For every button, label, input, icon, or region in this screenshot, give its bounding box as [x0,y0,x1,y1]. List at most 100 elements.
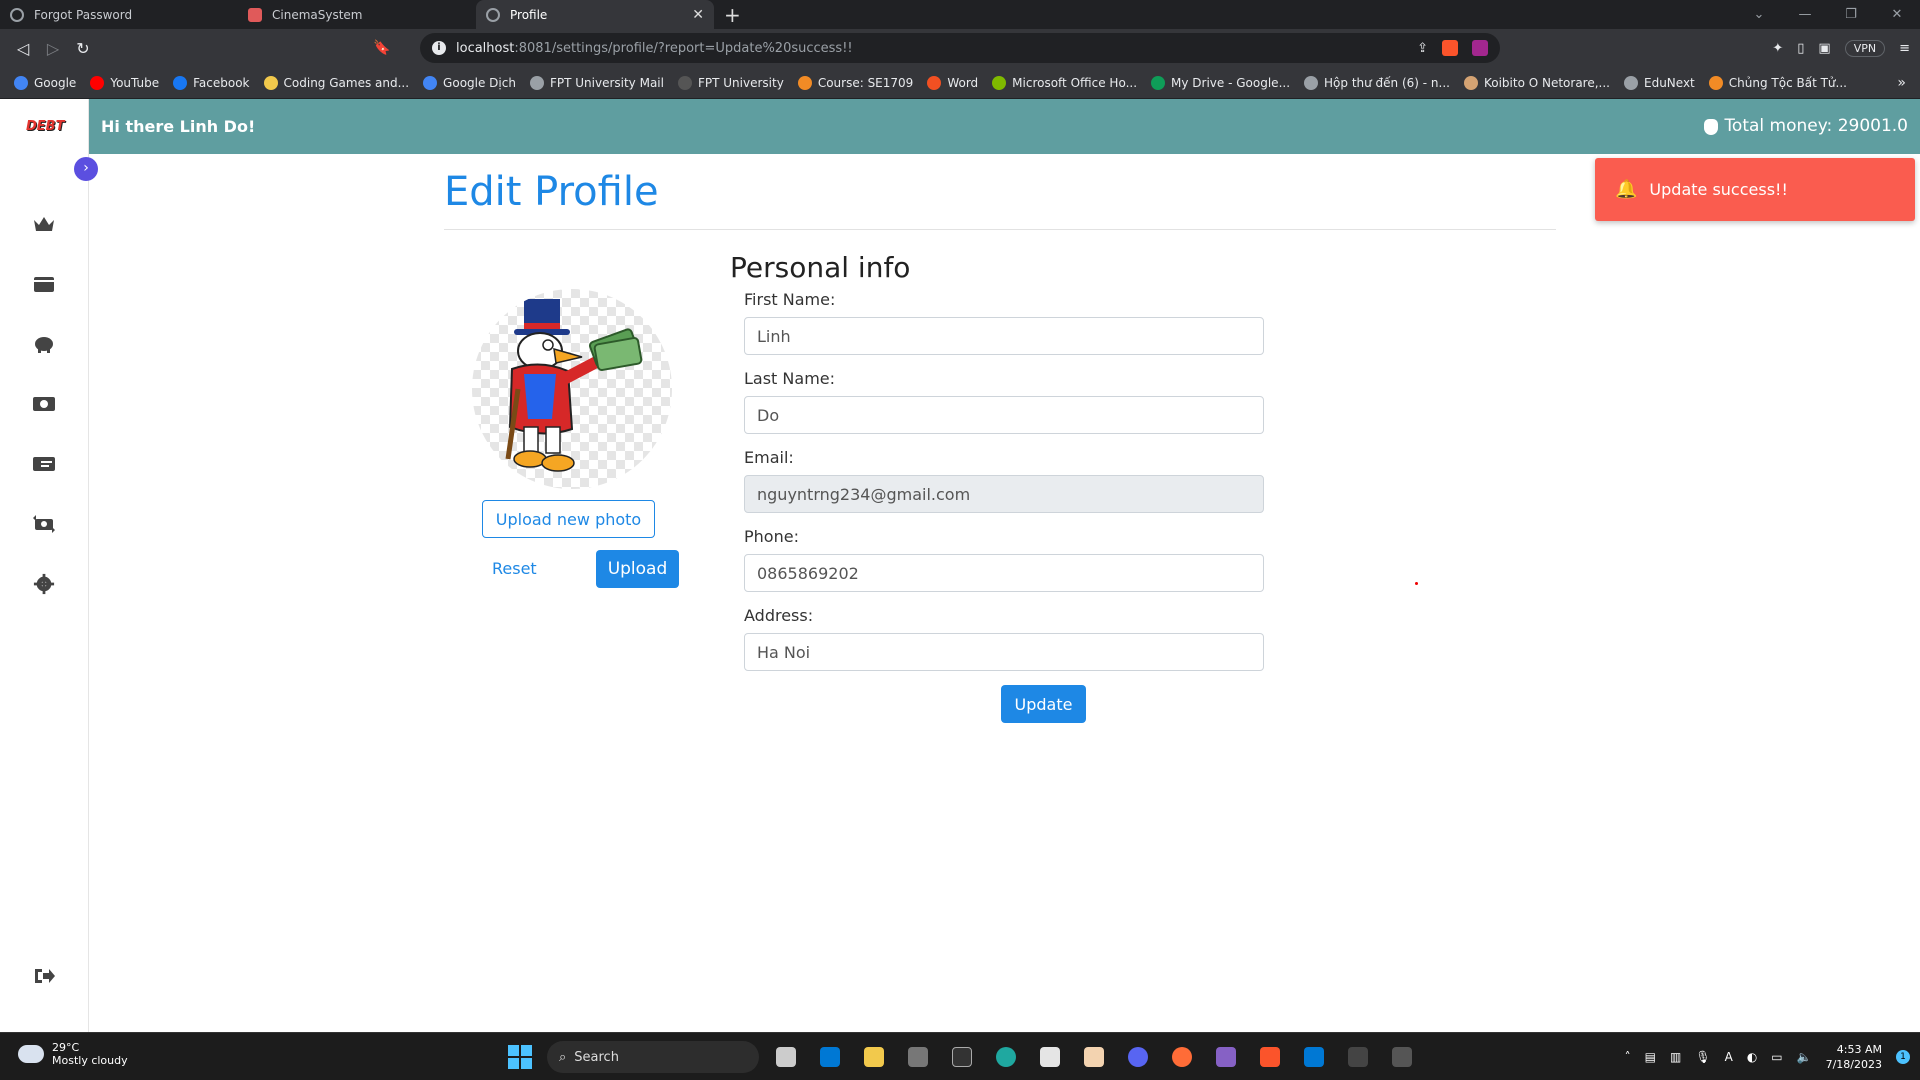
time: 4:53 AM [1836,1043,1882,1056]
bookmark-label: Google [34,75,77,90]
phone-input[interactable] [744,554,1264,592]
weather-widget[interactable]: 29°C Mostly cloudy [15,1039,128,1067]
close-tab-icon[interactable]: ✕ [692,7,704,23]
phone-field-group: Phone: [744,527,1290,592]
bookmark-item[interactable]: Microsoft Office Ho... [992,75,1137,90]
bookmark-icon[interactable]: 🔖 [373,40,390,56]
search-label: Search [574,1049,619,1065]
language-icon[interactable]: A [1725,1050,1733,1064]
bookmark-item[interactable]: Course: SE1709 [797,75,913,90]
forward-icon[interactable]: ▷ [38,39,68,58]
microphone-icon[interactable]: 🎙 [1695,1050,1710,1064]
network-icon[interactable]: ▭ [1771,1050,1782,1064]
site-info-icon[interactable]: i [432,41,446,55]
extensions-icon[interactable]: ✦ [1772,41,1783,56]
edge-icon[interactable] [989,1040,1023,1074]
share-icon[interactable]: ⇪ [1417,41,1428,56]
start-button[interactable] [503,1040,537,1074]
discord-icon[interactable] [1121,1040,1155,1074]
bookmark-item[interactable]: Coding Games and... [263,75,409,90]
audio-app-icon[interactable] [945,1040,979,1074]
visual-studio-icon[interactable] [1209,1040,1243,1074]
app-logo[interactable]: DEBT [26,119,64,134]
file-explorer-icon[interactable] [857,1040,891,1074]
bookmark-label: Koibito O Netorare,... [1483,75,1610,90]
first-name-input[interactable] [744,317,1264,355]
bookmark-item[interactable]: Google Dịch [423,75,516,90]
address-input[interactable] [744,633,1264,671]
unity-icon[interactable] [901,1040,935,1074]
exchange-icon[interactable] [30,513,58,535]
app-icon[interactable] [1033,1040,1067,1074]
bookmark-item[interactable]: Google [14,75,77,90]
taskbar-search[interactable]: ⌕ Search [547,1041,759,1073]
snipping-icon[interactable] [1385,1040,1419,1074]
money-check-icon[interactable] [30,453,58,475]
bookmark-item[interactable]: My Drive - Google... [1151,75,1290,90]
bookmark-item[interactable]: YouTube [90,75,159,90]
email-input[interactable] [744,475,1264,513]
tray-app-icon[interactable]: ▤ [1645,1050,1656,1064]
task-view-icon[interactable] [769,1040,803,1074]
piggy-bank-icon[interactable] [30,333,58,355]
upload-button[interactable]: Upload [596,550,679,588]
greeting: Hi there Linh Do! [101,117,256,136]
money-icon[interactable] [30,393,58,415]
tab-profile[interactable]: Profile ✕ [476,0,714,29]
tab-forgot-password[interactable]: Forgot Password [0,0,238,29]
bookmark-item[interactable]: FPT University Mail [529,75,664,90]
bookmark-item[interactable]: Koibito O Netorare,... [1463,75,1610,90]
bookmark-item[interactable]: EduNext [1624,75,1695,90]
email-field-group: Email: [744,448,1290,513]
notification-badge[interactable]: 1 [1896,1050,1910,1064]
reset-button[interactable]: Reset [492,550,537,588]
crown-icon[interactable] [30,213,58,235]
audio-levels-icon[interactable]: ▥ [1670,1050,1681,1064]
address-bar[interactable]: i localhost :8081/settings/profile/?repo… [420,33,1500,63]
more-bookmarks-icon[interactable]: » [1897,75,1906,91]
vpn-button[interactable]: VPN [1844,39,1886,57]
wallet-icon[interactable] [30,273,58,295]
new-tab-button[interactable]: + [724,0,741,29]
brave-browser-icon[interactable] [1253,1040,1287,1074]
vscode-icon[interactable] [1297,1040,1331,1074]
bookmark-item[interactable]: Chủng Tộc Bất Tử... [1708,75,1847,90]
brave-rewards-icon[interactable] [1472,40,1488,56]
window-controls: ⌄ — ❐ ✕ [1736,0,1920,29]
terminal-icon[interactable] [1341,1040,1375,1074]
chevron-up-icon[interactable]: ˄ [1625,1050,1631,1064]
postman-icon[interactable] [1165,1040,1199,1074]
tab-cinema-system[interactable]: CinemaSystem [238,0,476,29]
update-button[interactable]: Update [1001,685,1086,723]
game-icon[interactable] [1077,1040,1111,1074]
minimize-button[interactable]: — [1782,7,1828,22]
bookmark-favicon-icon [1151,75,1166,90]
volume-icon[interactable]: 🔈 [1797,1050,1812,1064]
focus-icon[interactable]: ◐ [1747,1050,1757,1064]
bookmark-item[interactable]: FPT University [677,75,784,90]
close-window-button[interactable]: ✕ [1874,7,1920,22]
restore-button[interactable]: ❐ [1828,7,1874,22]
wallet-icon[interactable]: ▣ [1818,41,1830,56]
logout-icon[interactable] [30,965,58,987]
clock[interactable]: 4:53 AM 7/18/2023 [1826,1042,1882,1072]
bookmark-favicon-icon [90,75,105,90]
tab-search-icon[interactable]: ⌄ [1736,7,1782,22]
bookmarks-bar: Google YouTube Facebook Coding Games and...… [0,67,1920,99]
gear-icon[interactable] [30,573,58,595]
brave-shields-icon[interactable] [1442,40,1458,56]
bookmark-item[interactable]: Facebook [173,75,250,90]
bookmark-item[interactable]: Hộp thư đến (6) - n... [1304,75,1450,90]
sidebar-toggle-button[interactable]: › [74,157,98,181]
bookmark-item[interactable]: Word [927,75,978,90]
store-icon[interactable] [813,1040,847,1074]
last-name-input[interactable] [744,396,1264,434]
bookmark-favicon-icon [1463,75,1478,90]
sidebar-icon[interactable]: ▯ [1797,41,1804,56]
bookmark-favicon-icon [1708,75,1723,90]
upload-new-photo-button[interactable]: Upload new photo [482,500,655,538]
back-icon[interactable]: ◁ [8,39,38,58]
reload-icon[interactable]: ↻ [68,39,98,58]
menu-icon[interactable]: ≡ [1899,41,1910,56]
success-toast[interactable]: 🔔 Update success!! [1595,158,1915,221]
